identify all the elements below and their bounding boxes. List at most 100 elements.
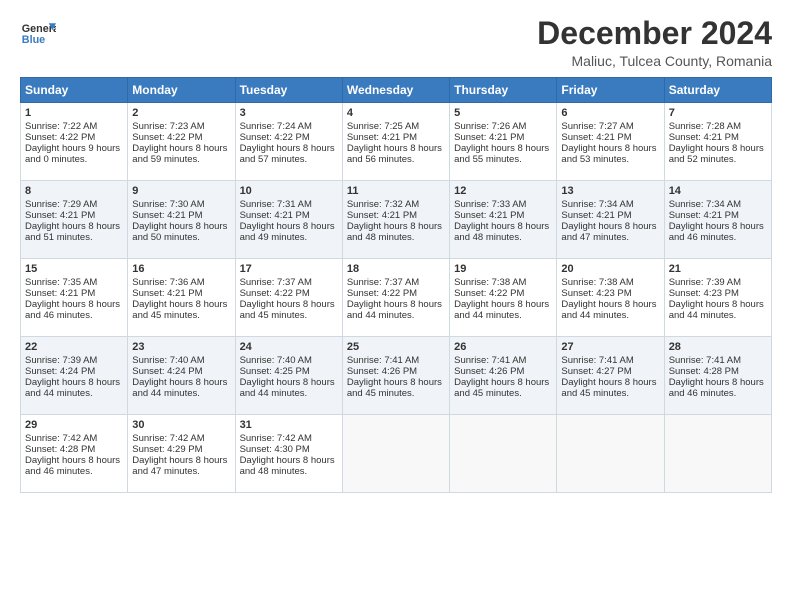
- daylight-text: Daylight hours 8 hours and 47 minutes.: [132, 455, 230, 477]
- sunset-text: Sunset: 4:21 PM: [132, 210, 230, 221]
- daylight-text: Daylight hours 8 hours and 44 minutes.: [347, 299, 445, 321]
- day-number: 18: [347, 263, 445, 275]
- month-title: December 2024: [537, 16, 772, 51]
- daylight-text: Daylight hours 8 hours and 44 minutes.: [454, 299, 552, 321]
- calendar-cell: 31Sunrise: 7:42 AMSunset: 4:30 PMDayligh…: [235, 415, 342, 493]
- sunrise-text: Sunrise: 7:34 AM: [561, 199, 659, 210]
- day-number: 3: [240, 107, 338, 119]
- sunset-text: Sunset: 4:24 PM: [25, 366, 123, 377]
- sunset-text: Sunset: 4:23 PM: [561, 288, 659, 299]
- calendar-cell: 12Sunrise: 7:33 AMSunset: 4:21 PMDayligh…: [450, 181, 557, 259]
- sunset-text: Sunset: 4:22 PM: [25, 132, 123, 143]
- sunset-text: Sunset: 4:24 PM: [132, 366, 230, 377]
- sunrise-text: Sunrise: 7:35 AM: [25, 277, 123, 288]
- sunrise-text: Sunrise: 7:23 AM: [132, 121, 230, 132]
- day-number: 7: [669, 107, 767, 119]
- day-number: 25: [347, 341, 445, 353]
- week-row-5: 22Sunrise: 7:39 AMSunset: 4:24 PMDayligh…: [21, 337, 772, 415]
- sunset-text: Sunset: 4:23 PM: [669, 288, 767, 299]
- sunset-text: Sunset: 4:21 PM: [454, 210, 552, 221]
- sunrise-text: Sunrise: 7:41 AM: [561, 355, 659, 366]
- sunset-text: Sunset: 4:21 PM: [669, 210, 767, 221]
- sunrise-text: Sunrise: 7:22 AM: [25, 121, 123, 132]
- calendar-cell: 7 Sunrise: 7:28 AMSunset: 4:21 PMDaylight…: [664, 103, 771, 181]
- calendar-cell: 6Sunrise: 7:27 AMSunset: 4:21 PMDaylight…: [557, 103, 664, 181]
- daylight-text: Daylight hours 8 hours and 47 minutes.: [561, 221, 659, 243]
- day-number: 21: [669, 263, 767, 275]
- calendar-cell: 18Sunrise: 7:37 AMSunset: 4:22 PMDayligh…: [342, 259, 449, 337]
- day-header-thursday: Thursday: [450, 78, 557, 103]
- page-container: General Blue December 2024 Maliuc, Tulce…: [0, 0, 792, 503]
- daylight-text: Daylight hours 8 hours and 48 minutes.: [454, 221, 552, 243]
- daylight-text: Daylight hours 8 hours and 45 minutes.: [561, 377, 659, 399]
- daylight-text: Daylight hours 8 hours and 46 minutes.: [25, 299, 123, 321]
- calendar-cell: 23Sunrise: 7:40 AMSunset: 4:24 PMDayligh…: [128, 337, 235, 415]
- day-header-sunday: Sunday: [21, 78, 128, 103]
- daylight-text: Daylight hours 8 hours and 44 minutes.: [561, 299, 659, 321]
- day-number: 13: [561, 185, 659, 197]
- calendar-cell: 11Sunrise: 7:32 AMSunset: 4:21 PMDayligh…: [342, 181, 449, 259]
- daylight-text: Daylight hours 8 hours and 44 minutes.: [240, 377, 338, 399]
- subtitle: Maliuc, Tulcea County, Romania: [537, 53, 772, 69]
- calendar-cell: 5Sunrise: 7:26 AMSunset: 4:21 PMDaylight…: [450, 103, 557, 181]
- day-header-friday: Friday: [557, 78, 664, 103]
- sunrise-text: Sunrise: 7:34 AM: [669, 199, 767, 210]
- sunrise-text: Sunrise: 7:31 AM: [240, 199, 338, 210]
- calendar-cell: 22Sunrise: 7:39 AMSunset: 4:24 PMDayligh…: [21, 337, 128, 415]
- sunrise-text: Sunrise: 7:37 AM: [347, 277, 445, 288]
- daylight-text: Daylight hours 8 hours and 50 minutes.: [132, 221, 230, 243]
- sunset-text: Sunset: 4:26 PM: [347, 366, 445, 377]
- day-header-saturday: Saturday: [664, 78, 771, 103]
- calendar-cell: [557, 415, 664, 493]
- sunrise-text: Sunrise: 7:33 AM: [454, 199, 552, 210]
- sunrise-text: Sunrise: 7:27 AM: [561, 121, 659, 132]
- day-header-tuesday: Tuesday: [235, 78, 342, 103]
- calendar-cell: 21Sunrise: 7:39 AMSunset: 4:23 PMDayligh…: [664, 259, 771, 337]
- daylight-text: Daylight hours 8 hours and 52 minutes.: [669, 143, 767, 165]
- day-number: 16: [132, 263, 230, 275]
- calendar-cell: 28Sunrise: 7:41 AMSunset: 4:28 PMDayligh…: [664, 337, 771, 415]
- sunset-text: Sunset: 4:28 PM: [25, 444, 123, 455]
- calendar-cell: 1 Sunrise: 7:22 AMSunset: 4:22 PMDaylight…: [21, 103, 128, 181]
- sunrise-text: Sunrise: 7:40 AM: [240, 355, 338, 366]
- day-number: 1: [25, 107, 123, 119]
- sunset-text: Sunset: 4:25 PM: [240, 366, 338, 377]
- day-number: 8: [25, 185, 123, 197]
- sunrise-text: Sunrise: 7:41 AM: [669, 355, 767, 366]
- day-number: 15: [25, 263, 123, 275]
- daylight-text: Daylight hours 8 hours and 44 minutes.: [25, 377, 123, 399]
- sunrise-text: Sunrise: 7:28 AM: [669, 121, 767, 132]
- sunrise-text: Sunrise: 7:36 AM: [132, 277, 230, 288]
- daylight-text: Daylight hours 9 hours and 0 minutes.: [25, 143, 123, 165]
- calendar-cell: 26Sunrise: 7:41 AMSunset: 4:26 PMDayligh…: [450, 337, 557, 415]
- daylight-text: Daylight hours 8 hours and 45 minutes.: [132, 299, 230, 321]
- logo-icon: General Blue: [20, 16, 56, 52]
- calendar-cell: 30Sunrise: 7:42 AMSunset: 4:29 PMDayligh…: [128, 415, 235, 493]
- calendar-cell: [664, 415, 771, 493]
- sunset-text: Sunset: 4:21 PM: [561, 210, 659, 221]
- day-number: 14: [669, 185, 767, 197]
- calendar-cell: 8Sunrise: 7:29 AMSunset: 4:21 PMDaylight…: [21, 181, 128, 259]
- logo: General Blue: [20, 16, 56, 52]
- daylight-text: Daylight hours 8 hours and 56 minutes.: [347, 143, 445, 165]
- day-number: 28: [669, 341, 767, 353]
- sunset-text: Sunset: 4:30 PM: [240, 444, 338, 455]
- calendar-cell: 9Sunrise: 7:30 AMSunset: 4:21 PMDaylight…: [128, 181, 235, 259]
- sunrise-text: Sunrise: 7:32 AM: [347, 199, 445, 210]
- sunset-text: Sunset: 4:21 PM: [669, 132, 767, 143]
- calendar-cell: 27Sunrise: 7:41 AMSunset: 4:27 PMDayligh…: [557, 337, 664, 415]
- sunrise-text: Sunrise: 7:25 AM: [347, 121, 445, 132]
- sunrise-text: Sunrise: 7:24 AM: [240, 121, 338, 132]
- sunrise-text: Sunrise: 7:26 AM: [454, 121, 552, 132]
- sunset-text: Sunset: 4:21 PM: [347, 132, 445, 143]
- calendar-cell: 14Sunrise: 7:34 AMSunset: 4:21 PMDayligh…: [664, 181, 771, 259]
- calendar-cell: [450, 415, 557, 493]
- day-number: 30: [132, 419, 230, 431]
- calendar-cell: 3Sunrise: 7:24 AMSunset: 4:22 PMDaylight…: [235, 103, 342, 181]
- day-number: 6: [561, 107, 659, 119]
- sunset-text: Sunset: 4:21 PM: [347, 210, 445, 221]
- sunrise-text: Sunrise: 7:39 AM: [669, 277, 767, 288]
- sunrise-text: Sunrise: 7:29 AM: [25, 199, 123, 210]
- calendar-cell: 15Sunrise: 7:35 AMSunset: 4:21 PMDayligh…: [21, 259, 128, 337]
- calendar-cell: 10Sunrise: 7:31 AMSunset: 4:21 PMDayligh…: [235, 181, 342, 259]
